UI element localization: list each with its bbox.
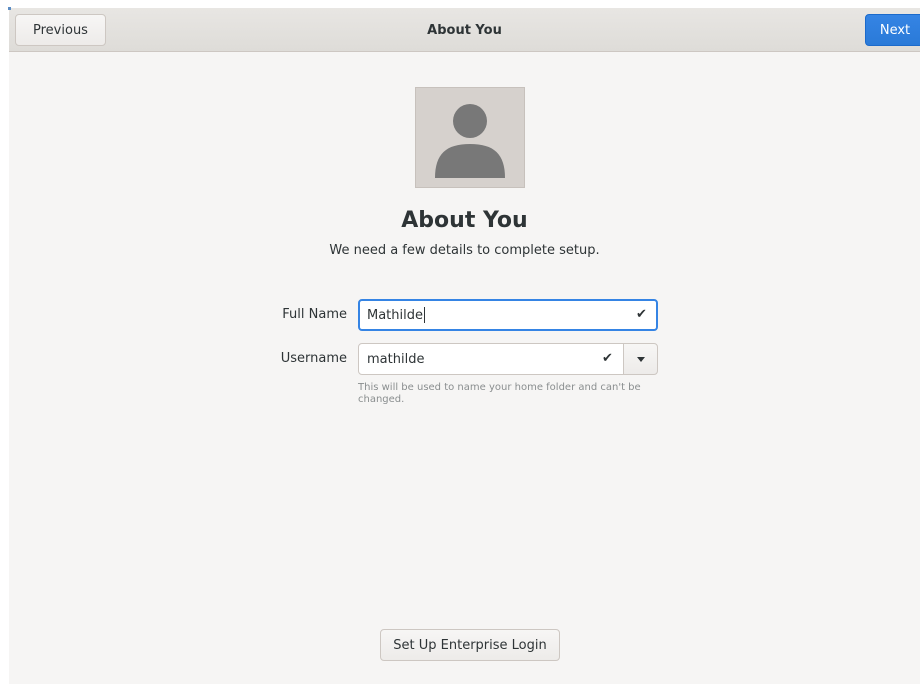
page-subtitle: We need a few details to complete setup.: [329, 243, 600, 258]
next-button[interactable]: Next: [865, 14, 920, 46]
username-hint: This will be used to name your home fold…: [358, 382, 641, 405]
page-title: About You: [401, 208, 528, 233]
username-label: Username: [280, 351, 347, 366]
full-name-label: Full Name: [282, 307, 347, 322]
username-value: mathilde: [367, 351, 425, 367]
full-name-value: Mathilde: [367, 307, 423, 323]
full-name-field[interactable]: Mathilde: [358, 299, 658, 331]
user-avatar-icon: [435, 104, 505, 178]
avatar[interactable]: [415, 87, 525, 188]
window-corner-decoration: [8, 7, 11, 10]
enterprise-login-button[interactable]: Set Up Enterprise Login: [380, 629, 560, 661]
header-title: About You: [427, 22, 502, 38]
chevron-down-icon: [636, 356, 645, 362]
checkmark-icon: ✔: [636, 307, 647, 322]
text-cursor: [424, 307, 425, 323]
header-bar: About You Previous Next: [9, 8, 920, 52]
setup-window: About You Previous Next About You We nee…: [9, 8, 920, 684]
username-dropdown-button[interactable]: [623, 343, 658, 375]
checkmark-icon: ✔: [602, 351, 613, 366]
previous-button[interactable]: Previous: [15, 14, 106, 46]
username-field[interactable]: mathilde: [358, 343, 624, 375]
